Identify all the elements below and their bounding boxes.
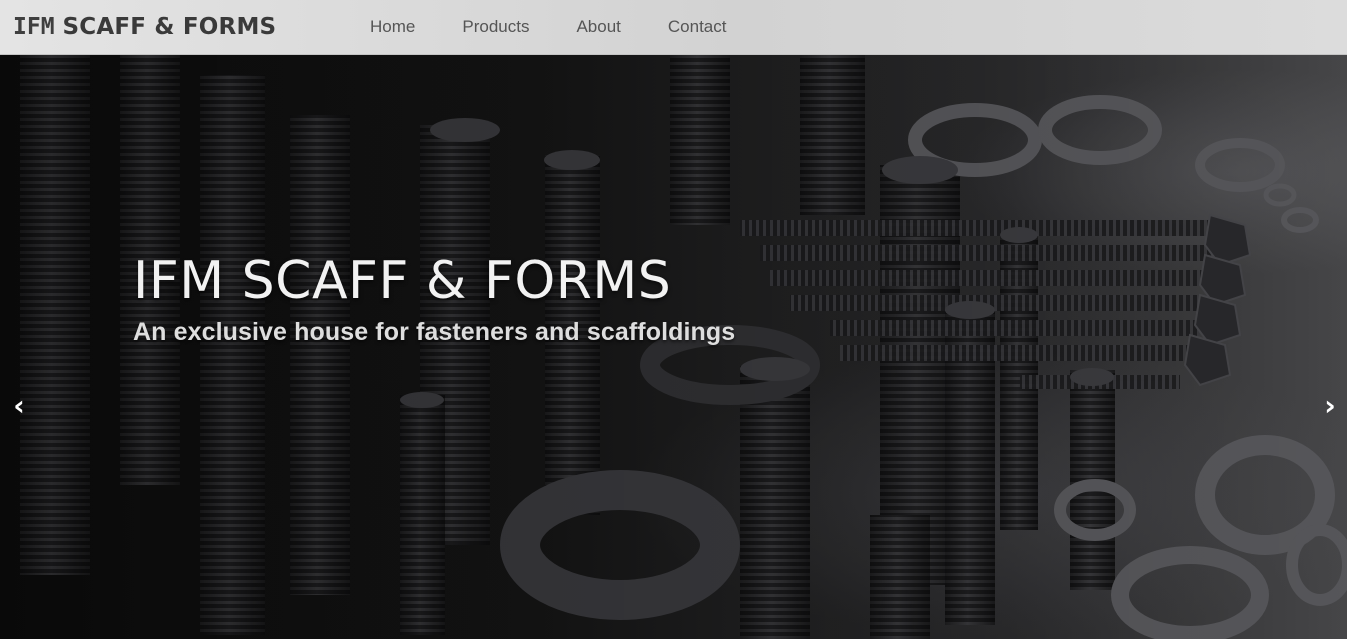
hero-caption: IFM SCAFF & FORMS An exclusive house for… — [133, 248, 735, 350]
brand-name: SCAFF & FORMS — [62, 14, 277, 40]
nav-link-about[interactable]: About — [576, 17, 620, 37]
nav-link-products[interactable]: Products — [462, 17, 529, 37]
carousel-next-button[interactable]: › — [1315, 385, 1345, 425]
page: IFM SCAFF & FORMS Home Products About Co… — [0, 0, 1347, 639]
chevron-right-icon: › — [1324, 388, 1336, 422]
nav-link-contact[interactable]: Contact — [668, 17, 727, 37]
hero-carousel: IFM SCAFF & FORMS An exclusive house for… — [0, 55, 1347, 639]
brand-prefix: IFM — [13, 14, 55, 40]
hero-subtitle: An exclusive house for fasteners and sca… — [133, 318, 736, 346]
chevron-left-icon: ‹ — [13, 388, 25, 422]
nav-link-home[interactable]: Home — [370, 17, 415, 37]
nav-links: Home Products About Contact — [370, 0, 726, 54]
brand-logo-link[interactable]: IFM SCAFF & FORMS — [13, 10, 276, 44]
hero-title: IFM SCAFF & FORMS — [133, 251, 672, 311]
carousel-prev-button[interactable]: ‹ — [4, 385, 34, 425]
navbar: IFM SCAFF & FORMS Home Products About Co… — [0, 0, 1347, 55]
